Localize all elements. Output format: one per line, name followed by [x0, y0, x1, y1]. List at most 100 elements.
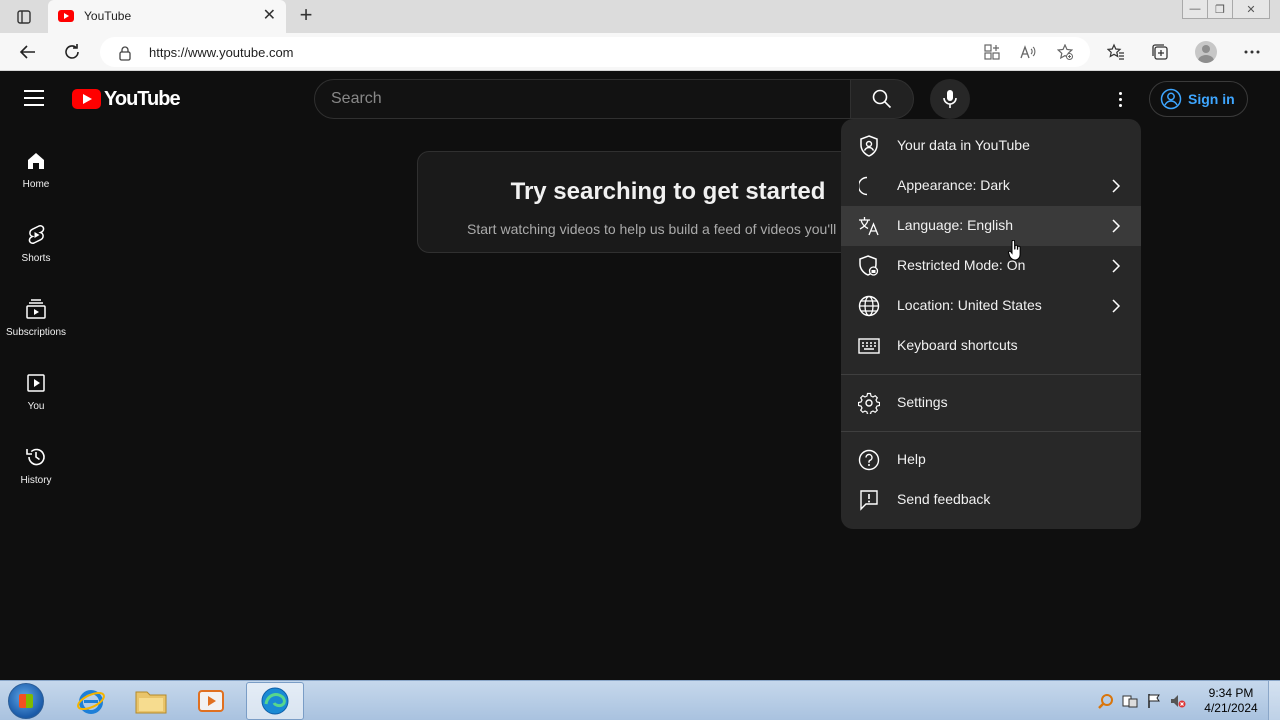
menu-divider	[841, 431, 1141, 432]
back-button[interactable]	[16, 40, 40, 64]
menu-item-label: Appearance: Dark	[897, 177, 1010, 193]
menu-item-label: Send feedback	[897, 491, 991, 507]
settings-kebab-button[interactable]	[1108, 87, 1132, 111]
add-favorite-icon[interactable]	[1057, 44, 1073, 60]
globe-icon	[857, 294, 881, 318]
collections-button[interactable]	[1148, 40, 1172, 64]
new-tab-button[interactable]: +	[295, 4, 317, 28]
tray-search-icon[interactable]	[1098, 693, 1114, 709]
window-minimize-button[interactable]: —	[1182, 0, 1208, 19]
keyboard-icon	[857, 334, 881, 358]
edge-icon	[261, 687, 289, 715]
chevron-right-icon	[1112, 259, 1121, 273]
windows-taskbar: 9:34 PM 4/21/2024	[0, 680, 1280, 720]
voice-search-button[interactable]	[930, 79, 970, 119]
address-bar[interactable]: https://www.youtube.com	[100, 37, 1090, 67]
sidebar-item-home[interactable]: Home	[0, 127, 72, 201]
back-arrow-icon	[19, 45, 35, 59]
search-button[interactable]	[850, 79, 914, 119]
start-button[interactable]	[8, 683, 44, 719]
youtube-logo[interactable]: YouTube	[72, 87, 181, 110]
url-text[interactable]: https://www.youtube.com	[149, 45, 294, 60]
window-restore-button[interactable]: ❐	[1207, 0, 1233, 19]
profile-avatar	[1195, 41, 1217, 63]
menu-item-language[interactable]: Language: English	[841, 206, 1141, 246]
menu-item-settings[interactable]: Settings	[841, 383, 1141, 423]
sidebar-item-label: Shorts	[21, 253, 51, 264]
translate-icon	[857, 214, 881, 238]
moon-icon	[857, 174, 881, 198]
microphone-icon	[943, 90, 957, 108]
taskbar-edge[interactable]	[246, 682, 304, 720]
guide-menu-button[interactable]	[24, 90, 48, 108]
menu-item-your-data[interactable]: Your data in YouTube	[841, 126, 1141, 166]
hand-pointer-cursor-icon	[1008, 240, 1021, 261]
feedback-icon	[857, 488, 881, 512]
search-placeholder: Search	[331, 90, 382, 107]
youtube-favicon-icon	[58, 10, 74, 22]
menu-item-location[interactable]: Location: United States	[841, 286, 1141, 326]
taskbar-internet-explorer[interactable]	[62, 682, 120, 720]
browser-toolbar: https://www.youtube.com	[0, 33, 1280, 71]
favorites-button[interactable]	[1104, 40, 1128, 64]
sidebar-item-subscriptions[interactable]: Subscriptions	[0, 275, 72, 349]
shorts-icon	[24, 223, 48, 247]
search-input[interactable]: Search	[314, 79, 851, 119]
taskbar-file-explorer[interactable]	[122, 682, 180, 720]
show-desktop-button[interactable]	[1268, 681, 1280, 720]
menu-item-send-feedback[interactable]: Send feedback	[841, 480, 1141, 520]
browser-tab-strip: YouTube ✕ + — ❐ ✕	[0, 0, 1280, 33]
media-player-icon	[198, 690, 224, 712]
refresh-button[interactable]	[60, 40, 84, 64]
more-horizontal-icon	[1244, 50, 1260, 54]
sidebar-item-label: History	[20, 475, 52, 486]
lock-icon[interactable]	[118, 45, 132, 61]
menu-item-label: Your data in YouTube	[897, 137, 1030, 153]
help-icon	[857, 448, 881, 472]
youtube-play-icon	[72, 89, 101, 109]
menu-item-label: Settings	[897, 394, 948, 410]
sidebar-item-label: Subscriptions	[5, 327, 67, 338]
youtube-wordmark: YouTube	[104, 87, 181, 110]
menu-item-label: Help	[897, 451, 926, 467]
account-circle-icon	[1160, 88, 1182, 110]
tray-volume-muted-icon[interactable]	[1170, 693, 1186, 709]
folder-icon	[135, 691, 167, 714]
menu-item-keyboard-shortcuts[interactable]: Keyboard shortcuts	[841, 326, 1141, 366]
home-icon	[24, 149, 48, 173]
menu-item-label: Keyboard shortcuts	[897, 337, 1018, 353]
tab-close-button[interactable]: ✕	[263, 6, 276, 26]
tab-actions-button[interactable]	[12, 6, 36, 28]
sidebar-item-shorts[interactable]: Shorts	[0, 201, 72, 275]
app-available-icon[interactable]	[984, 44, 1000, 60]
hamburger-icon	[24, 90, 44, 92]
favorites-icon	[1107, 43, 1124, 60]
chevron-right-icon	[1112, 219, 1121, 233]
taskbar-media-player[interactable]	[182, 682, 240, 720]
taskbar-clock[interactable]: 9:34 PM 4/21/2024	[1196, 686, 1266, 716]
browser-menu-button[interactable]	[1240, 40, 1264, 64]
menu-item-appearance[interactable]: Appearance: Dark	[841, 166, 1141, 206]
window-close-button[interactable]: ✕	[1232, 0, 1270, 19]
chevron-right-icon	[1112, 299, 1121, 313]
subscriptions-icon	[24, 297, 48, 321]
restricted-icon	[857, 254, 881, 278]
search-icon	[872, 89, 892, 109]
tray-action-center-flag-icon[interactable]	[1146, 693, 1162, 709]
profile-button[interactable]	[1194, 40, 1218, 64]
browser-tab-youtube[interactable]: YouTube ✕	[48, 0, 286, 33]
sidebar-item-label: You	[27, 401, 45, 412]
tab-actions-icon	[17, 10, 31, 24]
read-aloud-icon[interactable]	[1020, 44, 1036, 60]
menu-item-help[interactable]: Help	[841, 440, 1141, 480]
shield-person-icon	[857, 134, 881, 158]
tab-title: YouTube	[84, 9, 132, 23]
sign-in-button[interactable]: Sign in	[1149, 81, 1248, 117]
tray-devices-icon[interactable]	[1122, 693, 1138, 709]
menu-item-restricted-mode[interactable]: Restricted Mode: On	[841, 246, 1141, 286]
you-icon	[24, 371, 48, 395]
history-icon	[24, 445, 48, 469]
sidebar-item-you[interactable]: You	[0, 349, 72, 423]
clock-time: 9:34 PM	[1208, 686, 1254, 700]
sidebar-item-history[interactable]: History	[0, 423, 72, 497]
